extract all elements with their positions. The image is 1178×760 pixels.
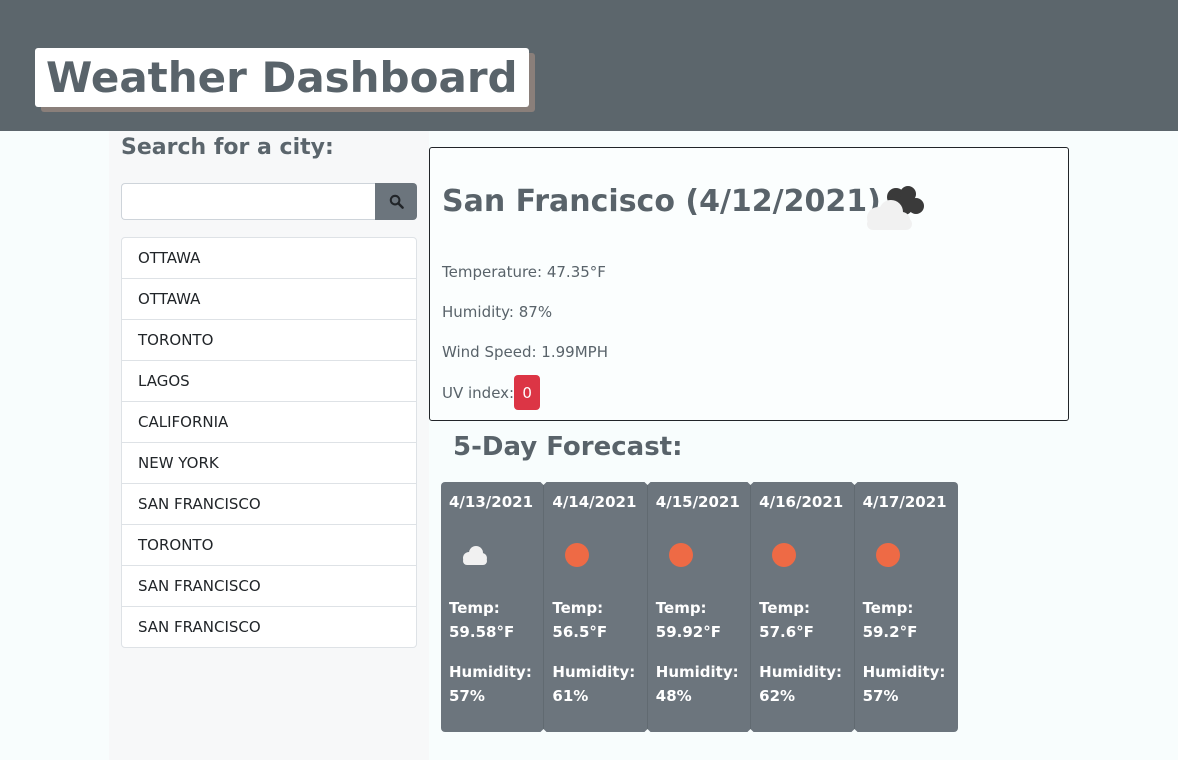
forecast-humidity-label: Humidity: (655, 663, 739, 681)
forecast-humidity-label: Humidity: (552, 663, 636, 681)
forecast-temp-label: Temp: (862, 599, 914, 617)
search-history-list: OTTAWA OTTAWA TORONTO LAGOS CALIFORNIA N… (121, 237, 417, 648)
sun-icon (875, 543, 900, 567)
uv-label: UV index: (442, 383, 515, 402)
forecast-temp: 57.6°F (759, 623, 814, 641)
forecast-date: 4/14/2021 (552, 493, 637, 511)
sun-icon (668, 543, 693, 567)
search-button[interactable] (375, 183, 417, 220)
sidebar: Search for a city: OTTAWA OTTAWA TORONTO… (109, 131, 429, 760)
temperature-text: Temperature: 47.35°F (442, 263, 606, 281)
forecast-temp-label: Temp: (655, 599, 707, 617)
forecast-humidity-label: Humidity: (862, 663, 946, 681)
history-item[interactable]: TORONTO (122, 525, 416, 566)
forecast-humidity-label: Humidity: (449, 663, 532, 681)
forecast-title: 5-Day Forecast: (453, 432, 683, 462)
page-header: Weather Dashboard (0, 0, 1178, 131)
forecast-humidity: 57% (862, 687, 899, 705)
history-item[interactable]: LAGOS (122, 361, 416, 402)
forecast-card: 4/14/2021 Temp: 56.5°F Humidity: 61% (544, 482, 648, 732)
forecast-temp-label: Temp: (449, 599, 500, 617)
forecast-date: 4/16/2021 (759, 493, 844, 511)
forecast-card: 4/17/2021 Temp: 59.2°F Humidity: 57% (855, 482, 958, 732)
forecast-date: 4/17/2021 (862, 493, 947, 511)
city-heading: San Francisco (4/12/2021) (442, 184, 881, 219)
history-item[interactable]: SAN FRANCISCO (122, 484, 416, 525)
history-item[interactable]: NEW YORK (122, 443, 416, 484)
forecast-row: 4/13/2021 Temp: 59.58°F Humidity: 57% 4/… (441, 482, 958, 732)
history-item[interactable]: TORONTO (122, 320, 416, 361)
forecast-temp: 56.5°F (552, 623, 608, 641)
cloud-icon (463, 546, 487, 565)
forecast-temp-label: Temp: (552, 599, 604, 617)
forecast-humidity: 61% (552, 687, 589, 705)
forecast-date: 4/15/2021 (655, 493, 740, 511)
history-item[interactable]: OTTAWA (122, 238, 416, 279)
forecast-humidity-label: Humidity: (759, 663, 843, 681)
forecast-date: 4/13/2021 (449, 493, 534, 511)
search-icon (389, 194, 404, 209)
forecast-humidity: 48% (655, 687, 692, 705)
uv-row: UV index: 0 (442, 375, 541, 410)
forecast-temp: 59.58°F (449, 623, 515, 641)
sun-icon (772, 543, 797, 567)
history-item[interactable]: SAN FRANCISCO (122, 566, 416, 607)
forecast-card: 4/13/2021 Temp: 59.58°F Humidity: 57% (441, 482, 545, 732)
wind-speed-text: Wind Speed: 1.99MPH (442, 343, 608, 361)
forecast-temp: 59.92°F (655, 623, 721, 641)
history-item[interactable]: CALIFORNIA (122, 402, 416, 443)
search-input[interactable] (121, 183, 376, 220)
current-weather-card: San Francisco (4/12/2021) Temperature: 4… (429, 147, 1069, 421)
forecast-card: 4/16/2021 Temp: 57.6°F Humidity: 62% (751, 482, 855, 732)
page-title: Weather Dashboard (46, 53, 518, 102)
search-label: Search for a city: (121, 135, 334, 160)
history-item[interactable]: SAN FRANCISCO (122, 607, 416, 647)
cloudy-icon (867, 186, 924, 230)
title-box: Weather Dashboard (35, 48, 529, 107)
history-item[interactable]: OTTAWA (122, 279, 416, 320)
forecast-card: 4/15/2021 Temp: 59.92°F Humidity: 48% (648, 482, 752, 732)
sun-icon (565, 543, 590, 567)
uv-badge: 0 (514, 375, 541, 410)
forecast-humidity: 57% (449, 687, 485, 705)
humidity-text: Humidity: 87% (442, 303, 553, 321)
forecast-temp: 59.2°F (862, 623, 918, 641)
forecast-temp-label: Temp: (759, 599, 810, 617)
forecast-humidity: 62% (759, 687, 796, 705)
